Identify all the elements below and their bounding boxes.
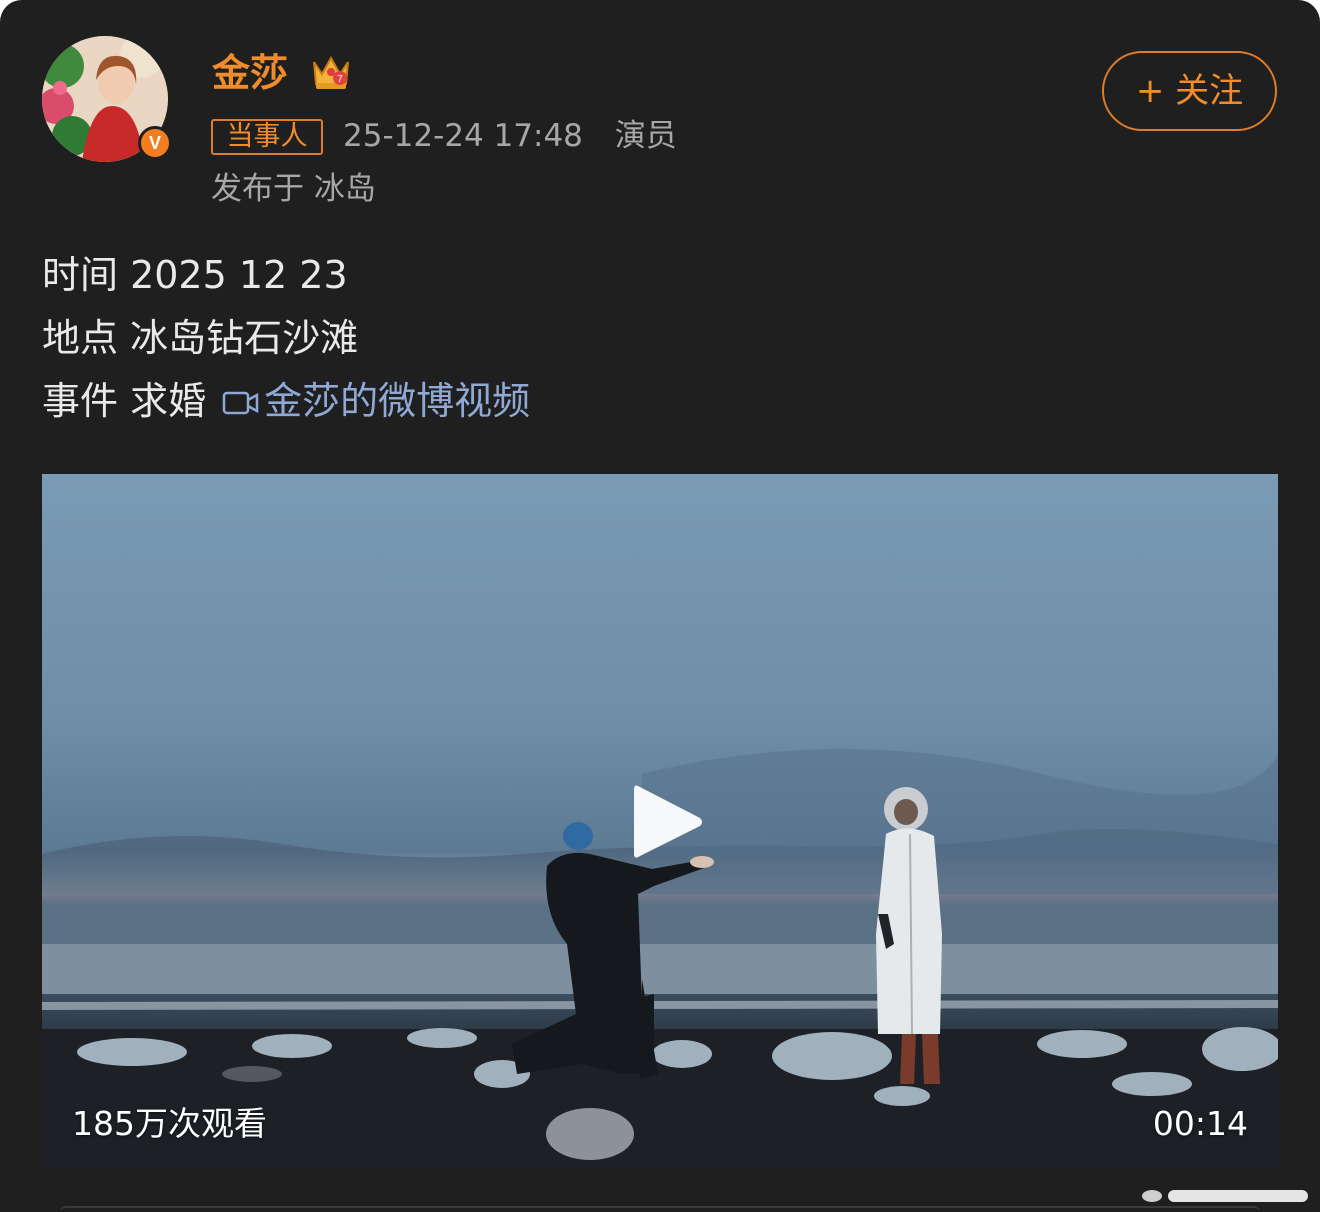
- video-player[interactable]: 185万次观看 00:14: [42, 474, 1278, 1169]
- video-duration: 00:14: [1152, 1104, 1248, 1143]
- post-line-event-text: 事件 求婚: [42, 379, 207, 423]
- crown-icon: 7: [313, 55, 349, 89]
- action-bar-edge: [60, 1206, 1260, 1212]
- author-name[interactable]: 金莎: [212, 48, 288, 98]
- post-timestamp: 25-12-24 17:48: [343, 118, 583, 154]
- post-line-event: 事件 求婚 金莎的微博视频: [42, 376, 530, 439]
- svg-text:7: 7: [337, 74, 343, 85]
- video-view-count: 185万次观看: [72, 1104, 267, 1143]
- post-line-location: 地点 冰岛钻石沙滩: [42, 316, 359, 360]
- play-icon[interactable]: [630, 780, 706, 864]
- post-body: 时间 2025 12 23 地点 冰岛钻石沙滩 事件 求婚 金莎的微博视频: [42, 250, 530, 439]
- watermark-icon: [1142, 1190, 1308, 1202]
- avatar[interactable]: V: [42, 36, 172, 162]
- post-line-time: 时间 2025 12 23: [42, 253, 348, 297]
- follow-button[interactable]: + 关注: [1102, 51, 1277, 131]
- weibo-post-card: V 金莎 7 当事人 25-12-24 17:48 演员 发布于 冰岛 + 关注…: [0, 0, 1320, 1212]
- video-link[interactable]: 金莎的微博视频: [206, 379, 530, 423]
- author-role: 演员: [614, 118, 677, 154]
- verified-badge-icon: V: [138, 126, 172, 160]
- video-camera-icon: [222, 391, 259, 415]
- post-location: 发布于 冰岛: [211, 171, 376, 207]
- role-badge: 当事人: [211, 119, 323, 155]
- video-link-label: 金莎的微博视频: [264, 379, 531, 423]
- post-meta: 25-12-24 17:48 演员: [343, 115, 677, 157]
